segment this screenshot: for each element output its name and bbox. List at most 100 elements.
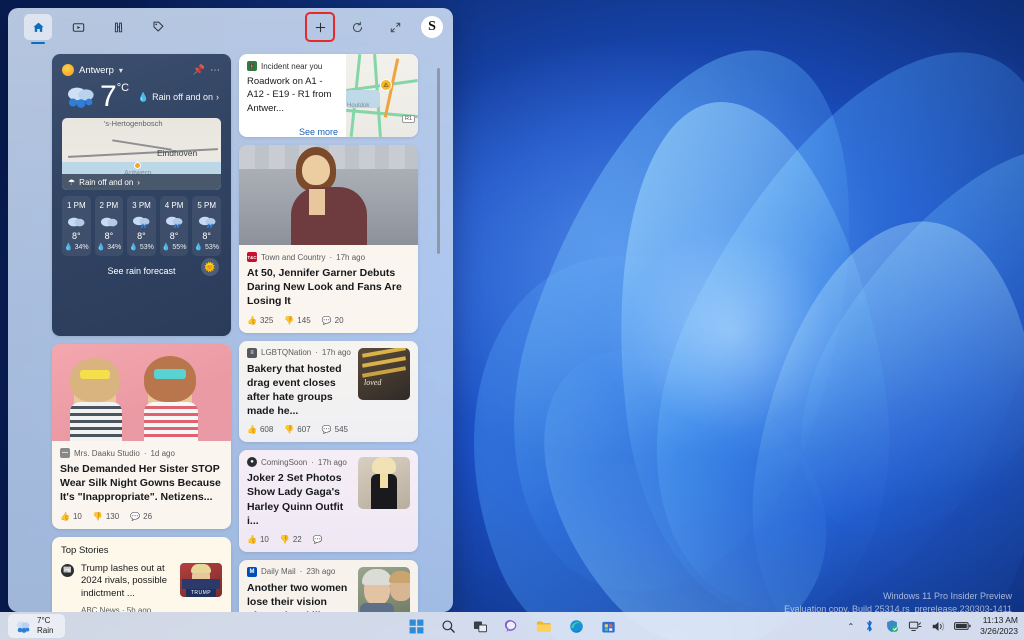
taskbar-system-tray: ⌃ [847,615,1018,637]
news-card-joker-2[interactable]: ● ComingSoon · 17h ago Joker 2 Set Photo… [239,450,418,552]
news-thumbnail [358,457,410,509]
taskbar-clock[interactable]: 11:13 AM 3/26/2023 [980,615,1018,637]
rain-cloud-icon [160,213,189,229]
weather-temperature-group: 7°C [100,82,129,112]
tab-home[interactable] [24,14,52,40]
news-card-bakery-drag-event[interactable]: loved ≡ LGBTQNation · 17h ago Bakery tha… [239,341,418,443]
tab-watch[interactable] [64,14,92,40]
like-reaction[interactable]: 👍608 [247,425,273,434]
news-source-name: ComingSoon [261,458,307,467]
task-view-icon[interactable] [470,616,490,636]
traffic-light-icon: 🚦 [247,61,257,71]
news-body: — Mrs. Daaku Studio · 1d ago She Demande… [52,441,231,529]
dislike-reaction[interactable]: 👎130 [93,512,119,521]
hourly-item[interactable]: 2 PM 8° 💧 34% [95,196,124,256]
droplet-icon: 💧 [138,92,149,103]
dislike-reaction[interactable]: 👎22 [280,535,302,544]
weather-widget[interactable]: Antwerp ▾ 📌 ⋯ [52,54,231,336]
bluetooth-icon[interactable] [863,619,876,633]
security-icon[interactable] [885,619,899,633]
weather-map-rain-bar[interactable]: ☂ Rain off and on › [62,174,221,190]
dislike-reaction[interactable]: 👎145 [284,316,310,325]
news-card-jennifer-garner[interactable]: T&C Town and Country · 17h ago At 50, Je… [239,145,418,333]
hour-temp: 8° [192,231,221,241]
chat-icon[interactable] [502,616,522,636]
start-icon[interactable] [406,616,426,636]
hourly-item[interactable]: 4 PM 8° 💧 55% [160,196,189,256]
weather-sun-icon [62,64,74,76]
refresh-button[interactable] [343,14,371,40]
volume-icon[interactable] [931,619,945,633]
widgets-panel: S Antwerp ▾ 📌 ⋯ [8,8,453,612]
network-icon[interactable] [908,619,922,633]
expand-button[interactable] [381,14,409,40]
comment-reaction[interactable]: 💬545 [322,425,348,434]
taskbar-app-icons [406,616,618,636]
like-reaction[interactable]: 👍325 [247,316,273,325]
search-icon[interactable] [438,616,458,636]
hourly-item[interactable]: 3 PM 8° 💧 53% [127,196,156,256]
weather-footer[interactable]: See rain forecast 🌞 [60,256,223,276]
umbrella-icon: ☂ [68,178,75,187]
hourly-item[interactable]: 1 PM 8° 💧 34% [62,196,91,256]
news-separator: · [144,449,147,458]
user-avatar[interactable]: S [421,16,443,38]
news-source-name: Mrs. Daaku Studio [74,449,140,458]
chevron-down-icon[interactable]: ▾ [119,66,123,75]
like-reaction[interactable]: 👍10 [60,512,82,521]
traffic-map[interactable]: ⚠ Houtdok R1 [346,54,418,137]
news-time: 17h ago [336,253,365,262]
news-card-killer-eyedrops[interactable]: M Daily Mail · 23h ago Another two women… [239,560,418,612]
news-time: 17h ago [318,458,347,467]
top-stories-card[interactable]: Top Stories 📰 Trump lashes out at 2024 r… [52,537,231,612]
map-location-marker [134,162,141,169]
weather-rain-cloud-icon [64,85,98,109]
edge-icon[interactable] [566,616,586,636]
news-photo [52,344,231,441]
comment-reaction[interactable]: 💬26 [130,512,152,521]
traffic-incident-card[interactable]: 🚦 Incident near you Roadwork on A1 - A12… [239,54,418,137]
hourly-item[interactable]: 5 PM 8° 💧 53% [192,196,221,256]
source-logo-icon: M [247,567,257,577]
news-body: T&C Town and Country · 17h ago At 50, Je… [239,245,418,333]
add-widget-button[interactable] [307,14,333,40]
comment-reaction[interactable]: 💬 [313,535,326,544]
weather-provider-badge[interactable]: 🌞 [201,258,219,276]
traffic-header: 🚦 Incident near you [247,61,338,71]
hour-temp: 8° [160,231,189,241]
dislike-reaction[interactable]: 👎607 [284,425,310,434]
news-reactions: 👍10 👎130 💬26 [60,512,223,521]
hour-temp: 8° [95,231,124,241]
tab-deals[interactable] [144,14,172,40]
traffic-title: Incident near you [261,62,322,71]
microsoft-store-icon[interactable] [598,616,618,636]
more-options-icon[interactable]: ⋯ [210,65,221,76]
source-logo-icon: ● [247,457,257,467]
feed-scrollbar[interactable] [437,68,440,254]
news-card-silk-night-gowns[interactable]: — Mrs. Daaku Studio · 1d ago She Demande… [52,344,231,529]
taskbar-rain-cloud-icon [15,620,31,633]
weather-condition-link[interactable]: 💧 Rain off and on › [138,92,219,103]
file-explorer-icon[interactable] [534,616,554,636]
map-label-0: 's-Hertogenbosch [104,119,163,128]
news-reactions: 👍325 👎145 💬20 [247,316,410,325]
battery-icon[interactable] [954,619,971,633]
source-logo-icon: T&C [247,252,257,262]
show-hidden-icons-chevron[interactable]: ⌃ [847,622,854,631]
traffic-see-more-link[interactable]: See more [247,127,338,137]
hour-precip: 💧 34% [62,243,91,251]
taskbar-weather-temp: 7°C [37,616,53,626]
top-stories-headline: Trump lashes out at 2024 rivals, possibl… [81,563,173,601]
tab-sports[interactable] [104,14,132,40]
pin-icon[interactable]: 📌 [193,65,205,76]
news-time: 1d ago [150,449,174,458]
top-stories-row[interactable]: 📰 Trump lashes out at 2024 rivals, possi… [61,563,222,612]
feed-column-left: Antwerp ▾ 📌 ⋯ [52,54,231,612]
sports-icon [112,21,125,34]
hour-precip: 💧 34% [95,243,124,251]
like-reaction[interactable]: 👍10 [247,535,269,544]
taskbar-weather-widget-button[interactable]: 7°C Rain [8,614,65,638]
comment-reaction[interactable]: 💬20 [322,316,344,325]
weather-radar-map[interactable]: 's-Hertogenbosch Eindhoven Antwerp Ghent… [62,118,221,190]
route-badge: R1 [402,115,415,123]
